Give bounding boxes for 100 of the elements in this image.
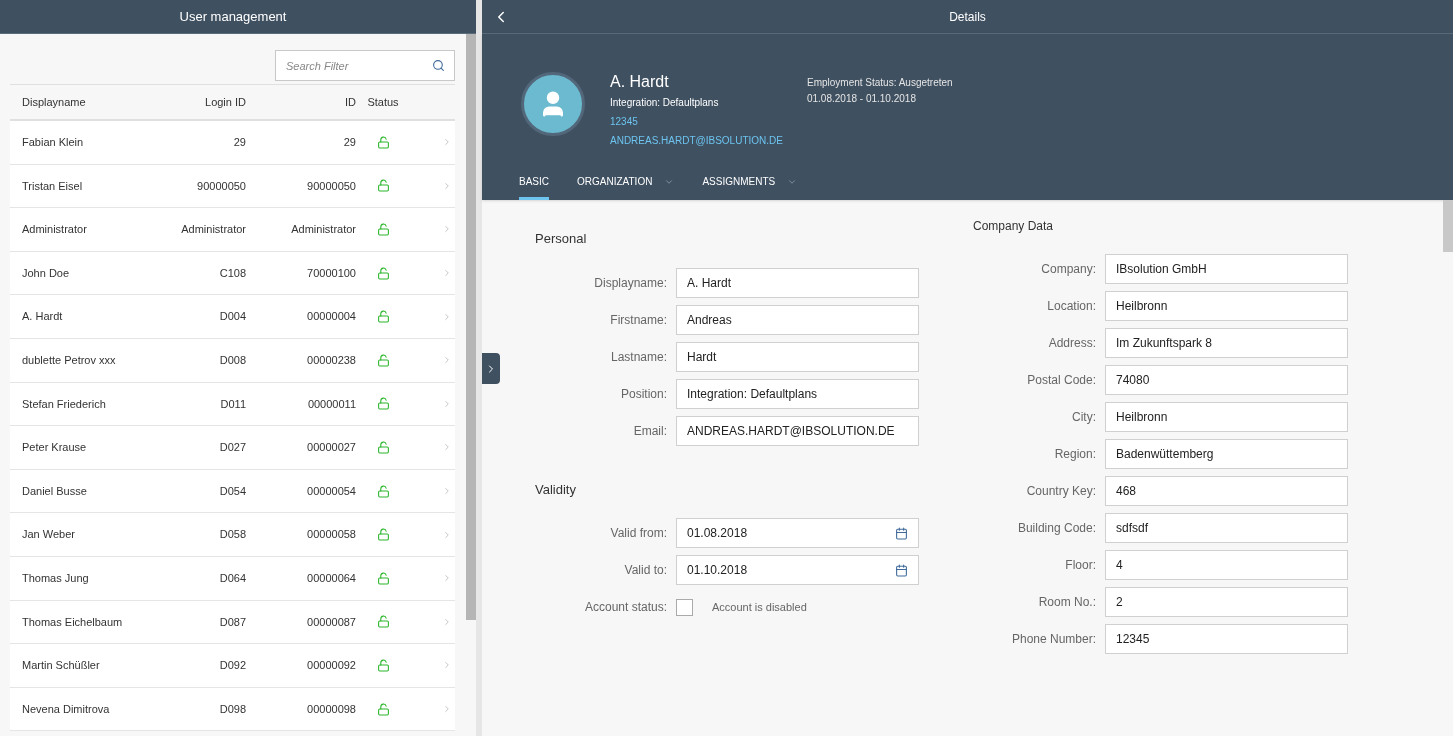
field-label: Country Key: (1025, 483, 1097, 500)
date-field[interactable]: 01.08.2018 (676, 518, 919, 548)
tab[interactable]: ASSIGNMENTS (702, 166, 798, 200)
table-row[interactable]: Thomas Jung D064 00000064 (10, 556, 455, 601)
input-field[interactable]: sdfsdf (1105, 513, 1348, 543)
input-field[interactable]: Hardt (676, 341, 919, 372)
input-field[interactable]: 2 (1105, 587, 1348, 617)
table-row[interactable]: Martin Schüßler D092 00000092 (10, 644, 455, 688)
table-row[interactable]: Thomas Eichelbaum D087 00000087 (10, 600, 455, 645)
section-title: Validity (535, 480, 577, 499)
table-cell-text: 00000064 (306, 571, 356, 586)
tab[interactable]: BASIC (519, 166, 549, 200)
table-cell-text: C108 (218, 265, 246, 281)
table-cell-text: D098 (218, 701, 246, 717)
table-cell-text: D058 (218, 527, 246, 543)
chevron-right-icon (442, 660, 452, 671)
chevron-right-icon (442, 573, 452, 584)
table-cell-text: D004 (218, 309, 246, 325)
date-field[interactable]: 01.10.2018 (676, 555, 919, 585)
object-subtitle: Integration: Defaultplans (610, 96, 720, 110)
column-header: Login ID (204, 94, 246, 110)
table-cell-text: 00000087 (306, 614, 356, 630)
object-title: A. Hardt (610, 72, 670, 92)
table-cell-text: A. Hardt (21, 309, 64, 325)
field-label: Company: (1040, 261, 1097, 278)
table-cell-text: D008 (218, 353, 246, 368)
input-field[interactable]: ANDREAS.HARDT@IBSOLUTION.DE (676, 415, 919, 446)
input-field[interactable]: Andreas (676, 304, 919, 335)
input-field[interactable]: Badenwüttemberg (1105, 439, 1348, 469)
input-field[interactable]: 74080 (1105, 365, 1348, 395)
table-row[interactable]: John Doe C108 70000100 (10, 251, 455, 296)
checkbox[interactable] (676, 598, 693, 616)
input-field[interactable]: 4 (1105, 550, 1348, 580)
field-label: Lastname: (609, 348, 668, 366)
input-field[interactable]: 12345 (1105, 624, 1348, 654)
table-cell-text: D092 (218, 658, 246, 674)
table-cell-text: 00000092 (306, 658, 356, 674)
table-row[interactable]: Administrator Administrator Administrator (10, 208, 455, 252)
employment-period: 01.08.2018 - 01.10.2018 (806, 92, 917, 106)
field-label: Account status: (583, 599, 668, 616)
table-row[interactable]: Jan Weber D058 00000058 (10, 513, 455, 557)
table-cell-text: D054 (218, 483, 246, 499)
table-row[interactable]: Nevena Dimitrova D098 00000098 (10, 687, 455, 732)
chevron-right-icon (442, 616, 452, 627)
chevron-right-icon (442, 180, 452, 191)
field-label: Building Code: (1016, 520, 1097, 537)
table-cell-text: Administrator (290, 222, 356, 238)
column-header: Displayname (21, 94, 87, 110)
input-field[interactable]: Integration: Defaultplans (676, 378, 919, 409)
table-cell-text: 29 (342, 135, 356, 151)
section-title: Company Data (973, 218, 1055, 235)
table-cell-text: John Doe (21, 265, 71, 281)
search-field[interactable]: Search Filter (275, 50, 455, 81)
table-cell-text: dublette Petrov xxx (21, 353, 117, 368)
tab[interactable]: ORGANIZATION (577, 166, 675, 200)
table-row[interactable]: dublette Petrov xxx D008 00000238 (10, 338, 455, 383)
chevron-right-icon (442, 529, 452, 540)
column-header: Status (366, 94, 400, 110)
table-cell-text: Stefan Friederich (21, 396, 107, 412)
field-label: Address: (1047, 335, 1097, 352)
email-link[interactable]: ANDREAS.HARDT@IBSOLUTION.DE (610, 133, 783, 148)
input-field[interactable]: Heilbronn (1105, 402, 1348, 432)
field-label: City: (1071, 409, 1097, 426)
calendar-icon[interactable] (895, 563, 908, 577)
table-cell-text: Administrator (21, 222, 88, 238)
input-field[interactable]: Im Zukunftspark 8 (1105, 328, 1348, 358)
table-cell-text: 29 (232, 135, 246, 151)
table-row[interactable]: A. Hardt D004 00000004 (10, 295, 455, 339)
search-icon[interactable] (432, 59, 445, 72)
scrollbar[interactable] (1443, 200, 1453, 252)
table-cell-text: 70000100 (306, 265, 356, 281)
table-cell-text: 00000058 (306, 527, 356, 543)
table-cell-text: Fabian Klein (21, 135, 85, 151)
table-cell-text: Tristan Eisel (21, 178, 84, 194)
table-cell-text: 00000238 (306, 353, 356, 368)
table-row[interactable]: Fabian Klein 29 29 (10, 121, 455, 165)
field-label: Email: (632, 422, 668, 440)
table-row[interactable]: Stefan Friederich D011 00000011 (10, 382, 455, 427)
field-label: Valid to: (623, 562, 668, 579)
input-field[interactable]: A. Hardt (676, 267, 919, 298)
input-field[interactable]: IBsolution GmbH (1105, 254, 1348, 284)
expand-button[interactable] (482, 353, 500, 384)
table-row[interactable]: Daniel Busse D054 00000054 (10, 469, 455, 514)
table-cell-text: Peter Krause (21, 440, 88, 456)
phone-link[interactable]: 12345 (610, 114, 783, 129)
table-cell-text: Daniel Busse (21, 483, 88, 499)
input-field[interactable]: 468 (1105, 476, 1348, 506)
chevron-right-icon (442, 311, 452, 322)
table-row[interactable]: Peter Krause D027 00000027 (10, 426, 455, 470)
field-label: Region: (1053, 446, 1097, 463)
table-row[interactable]: Tristan Eisel 90000050 90000050 (10, 164, 455, 209)
field-label: Position: (619, 385, 668, 403)
field-label: Valid from: (609, 525, 668, 542)
input-field[interactable]: Heilbronn (1105, 291, 1348, 321)
checkbox-label: Account is disabled (712, 599, 807, 615)
calendar-icon[interactable] (895, 526, 908, 540)
table-cell-text: D011 (219, 396, 246, 412)
table-cell-text: 00000027 (306, 440, 356, 456)
chevron-right-icon (442, 224, 452, 235)
scrollbar[interactable] (466, 34, 476, 620)
